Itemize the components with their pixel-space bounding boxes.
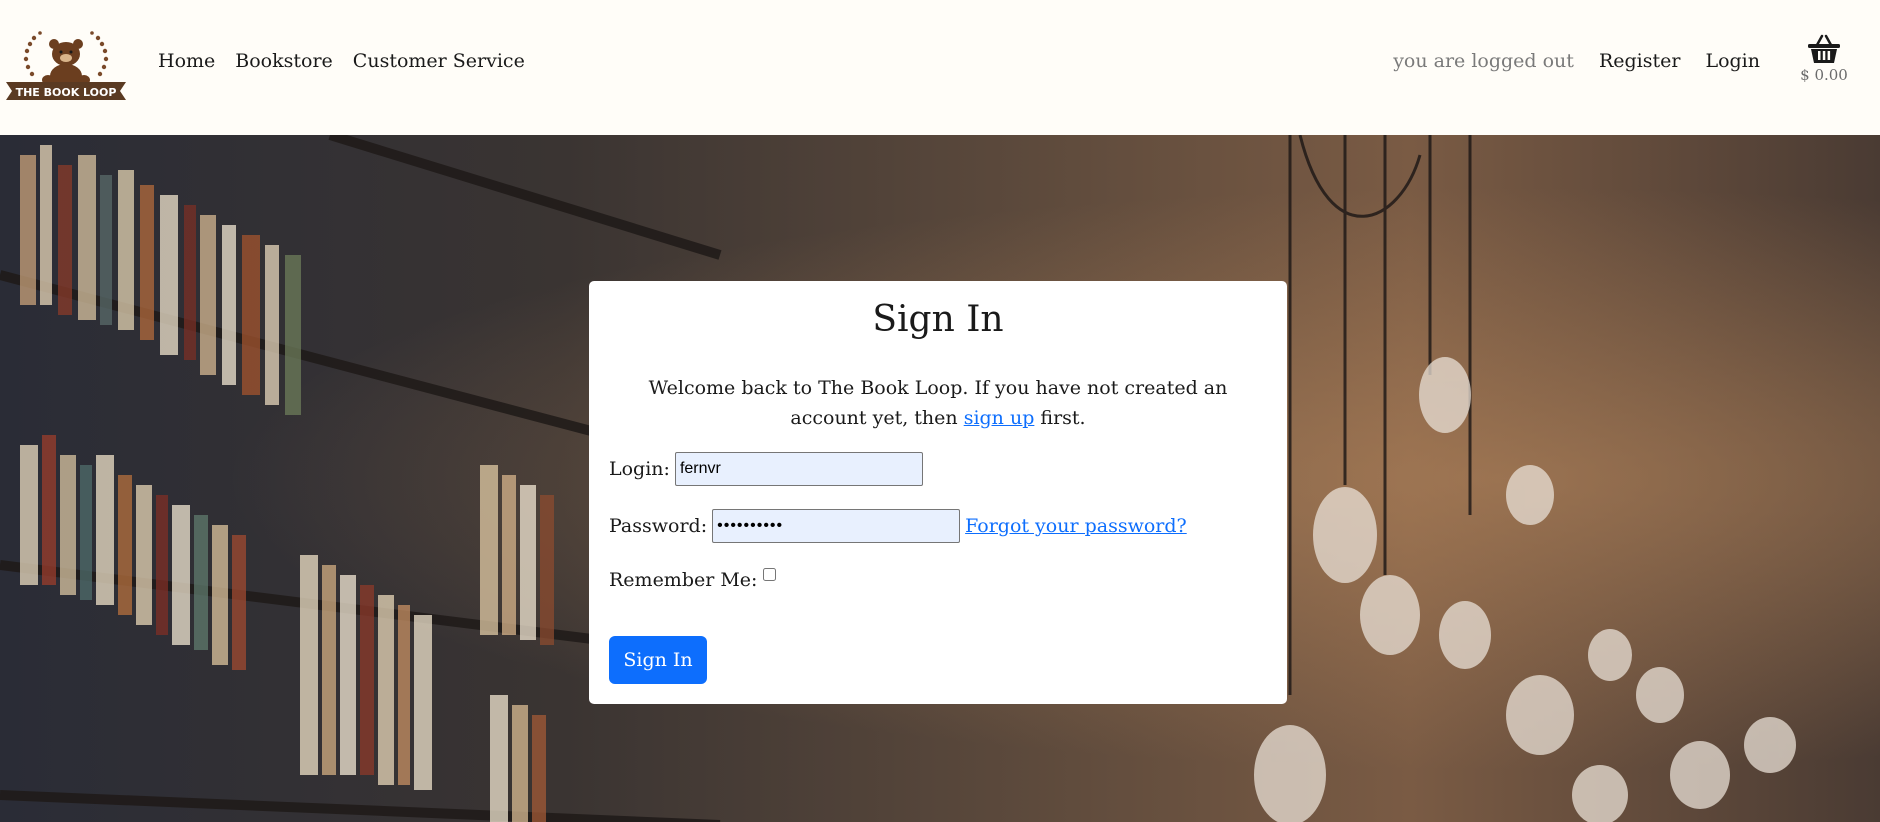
hero-background: Sign In Welcome back to The Book Loop. I… xyxy=(0,135,1880,822)
remember-row: Remember Me: xyxy=(609,567,779,591)
remember-checkbox[interactable] xyxy=(763,567,777,581)
nav-bookstore[interactable]: Bookstore xyxy=(235,50,333,72)
login-status: you are logged out xyxy=(1393,50,1574,72)
cart-button[interactable]: $ 0.00 xyxy=(1794,34,1854,84)
login-label: Login: xyxy=(609,458,670,480)
welcome-text: Welcome back to The Book Loop. If you ha… xyxy=(609,373,1267,433)
cart-total: $ 0.00 xyxy=(1800,66,1848,84)
signin-title: Sign In xyxy=(872,299,1004,340)
password-row: Password: Forgot your password? xyxy=(609,509,1187,543)
navbar: THE BOOK LOOP Home Bookstore Customer Se… xyxy=(0,0,1880,135)
password-label: Password: xyxy=(609,515,708,537)
nav-customer-service[interactable]: Customer Service xyxy=(353,50,525,72)
login-row: Login: xyxy=(609,452,923,486)
welcome-text-start: Welcome back to The Book Loop. If you ha… xyxy=(648,377,1228,429)
nav-home[interactable]: Home xyxy=(158,50,215,72)
logo-text: THE BOOK LOOP xyxy=(16,86,117,99)
nav-login[interactable]: Login xyxy=(1705,50,1760,72)
welcome-text-end: first. xyxy=(1034,407,1086,429)
login-input[interactable] xyxy=(674,452,923,486)
password-input[interactable] xyxy=(712,509,961,543)
basket-icon xyxy=(1808,34,1840,63)
remember-label: Remember Me: xyxy=(609,569,758,591)
signup-link[interactable]: sign up xyxy=(964,407,1035,429)
brand-logo[interactable]: THE BOOK LOOP xyxy=(4,24,128,100)
nav-register[interactable]: Register xyxy=(1599,50,1681,72)
signin-card: Sign In Welcome back to The Book Loop. I… xyxy=(589,281,1287,704)
main-nav: Home Bookstore Customer Service xyxy=(158,50,525,72)
account-nav: you are logged out Register Login xyxy=(1393,50,1760,72)
bear-logo-icon: THE BOOK LOOP xyxy=(6,31,126,100)
signin-button[interactable]: Sign In xyxy=(609,636,707,684)
forgot-password-link[interactable]: Forgot your password? xyxy=(965,515,1187,537)
